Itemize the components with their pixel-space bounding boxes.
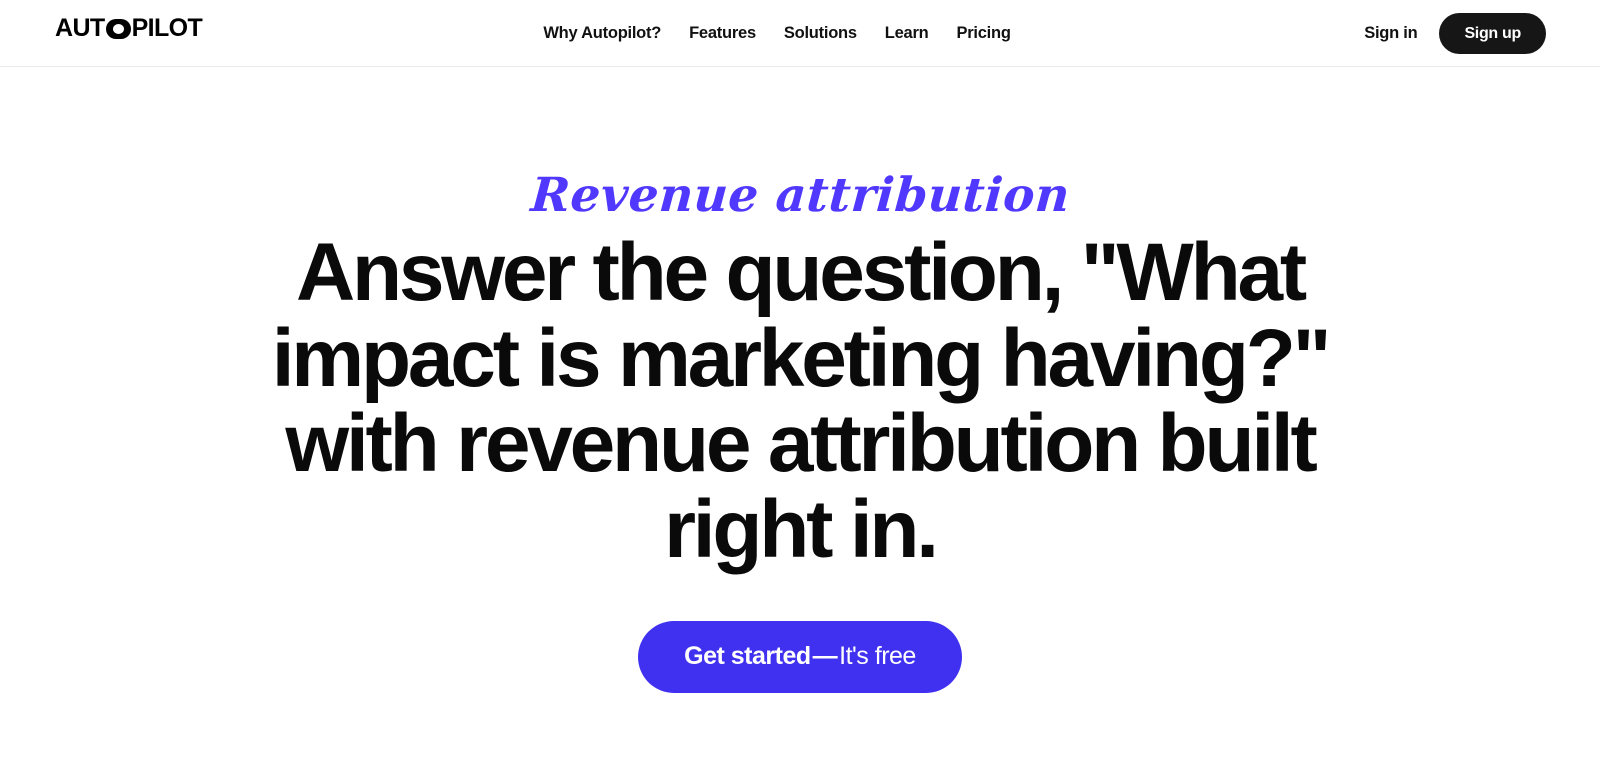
nav-item-solutions[interactable]: Solutions: [784, 21, 857, 46]
hero-cta-wrapper: Get started — It's free: [638, 620, 962, 693]
nav-item-features[interactable]: Features: [689, 21, 756, 46]
brand-text-part-two: PILOT: [131, 14, 203, 42]
headline-line-4: right in.: [664, 484, 939, 576]
headline-line-1: Answer the question, "What: [295, 227, 1307, 318]
autopilot-eye-o-icon: [105, 18, 131, 39]
site-header: AUT PILOT Why Autopilot? Features Soluti…: [0, 0, 1600, 67]
brand-text-part-one: AUT: [55, 14, 105, 42]
cta-dash: —: [812, 642, 838, 671]
headline-line-2: impact is marketing having?": [271, 312, 1332, 404]
cta-light-label: It's free: [839, 642, 916, 671]
main-navigation: Why Autopilot? Features Solutions Learn …: [543, 0, 1011, 67]
nav-item-pricing[interactable]: Pricing: [956, 21, 1010, 46]
header-actions: Sign in Sign up: [1364, 0, 1546, 67]
brand-logo-autopilot[interactable]: AUT PILOT: [55, 14, 203, 42]
hero-section: Revenue attribution Answer the question,…: [0, 67, 1600, 759]
sign-up-button[interactable]: Sign up: [1439, 13, 1546, 54]
headline-line-3: with revenue attribution built: [285, 398, 1317, 490]
brand-wordmark: AUT PILOT: [55, 14, 203, 42]
page-root: AUT PILOT Why Autopilot? Features Soluti…: [0, 0, 1600, 759]
hero-headline: Answer the question, "What impact is mar…: [271, 227, 1332, 576]
nav-item-why-autopilot[interactable]: Why Autopilot?: [543, 21, 661, 46]
cta-strong-label: Get started: [684, 642, 811, 671]
get-started-button[interactable]: Get started — It's free: [638, 620, 962, 693]
sign-in-link[interactable]: Sign in: [1364, 24, 1418, 43]
nav-item-learn[interactable]: Learn: [885, 21, 929, 46]
hero-eyebrow: Revenue attribution: [528, 168, 1072, 223]
